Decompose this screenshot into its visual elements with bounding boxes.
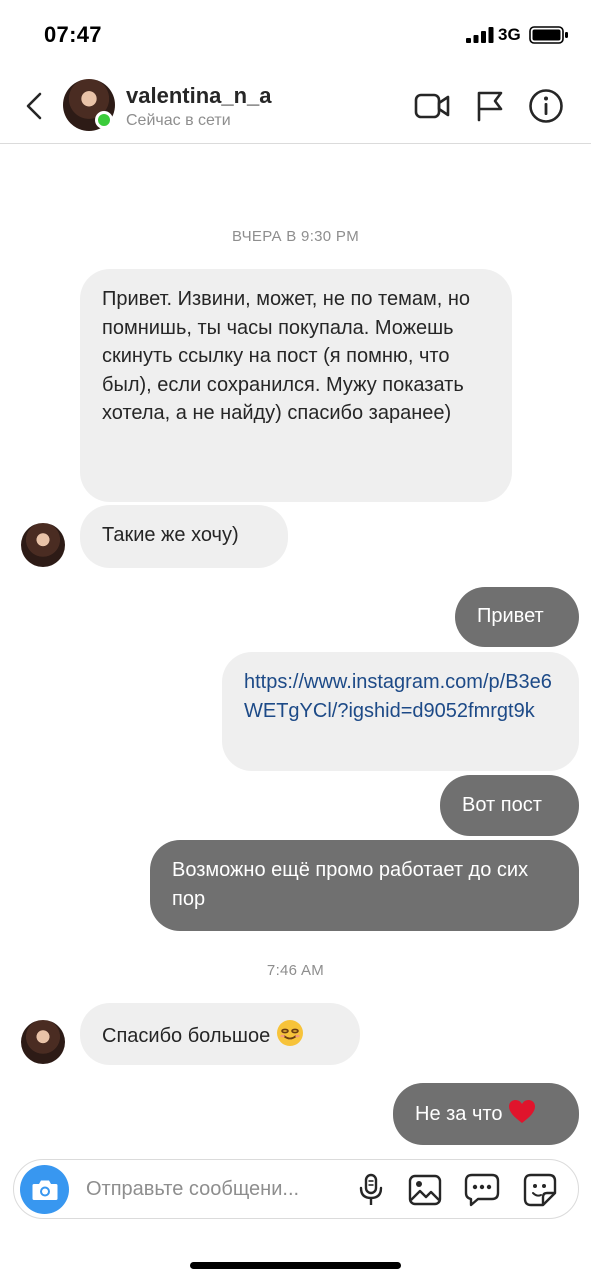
chat-header: valentina_n_a Сейчас в сети — [0, 70, 591, 144]
message-input[interactable] — [86, 1172, 348, 1206]
info-icon — [529, 89, 563, 123]
status-bar: 07:47 3G — [0, 0, 591, 70]
camera-icon — [32, 1180, 57, 1200]
outgoing-message[interactable]: Привет — [455, 587, 579, 647]
report-button[interactable] — [470, 86, 510, 126]
voice-message-button[interactable] — [351, 1170, 391, 1210]
status-time: 07:47 — [44, 22, 102, 47]
outgoing-message[interactable]: Вот пост — [440, 775, 579, 836]
signal-strength-icon — [466, 27, 494, 43]
incoming-message[interactable]: Привет. Извини, может, не по темам, но п… — [80, 269, 512, 502]
outgoing-message[interactable]: Возможно ещё промо работает до сих пор — [150, 840, 579, 931]
sticker-button[interactable] — [520, 1170, 560, 1210]
message-timestamp: 7:46 AM — [266, 962, 325, 979]
message-timestamp: ВЧЕРА В 9:30 PM — [231, 228, 360, 245]
message-text: Спасибо большое — [102, 1025, 271, 1047]
incoming-message[interactable]: Спасибо большое — [80, 1003, 360, 1065]
camera-button[interactable] — [20, 1165, 69, 1214]
video-call-button[interactable] — [412, 86, 452, 126]
info-button[interactable] — [526, 86, 566, 126]
outgoing-link-message[interactable]: https://www.instagram.com/p/B3e6WETgYCl/… — [222, 652, 579, 771]
sender-avatar[interactable] — [21, 523, 65, 567]
message-options-button[interactable] — [462, 1170, 502, 1210]
sticker-icon — [523, 1173, 557, 1207]
smiling-face-emoji-icon — [276, 1020, 303, 1046]
online-status-dot — [95, 111, 113, 129]
contact-presence: Сейчас в сети — [126, 112, 231, 129]
sender-avatar[interactable] — [21, 1020, 65, 1064]
outgoing-message[interactable]: Не за что — [393, 1083, 579, 1145]
message-composer — [13, 1159, 579, 1219]
battery-icon — [529, 26, 568, 44]
microphone-icon — [359, 1173, 383, 1205]
flag-icon — [477, 91, 503, 122]
back-button[interactable] — [16, 86, 52, 126]
chat-bubble-icon — [464, 1173, 500, 1207]
contact-username[interactable]: valentina_n_a — [126, 83, 272, 109]
red-heart-emoji-icon — [509, 1100, 536, 1123]
back-chevron-icon — [26, 92, 42, 120]
message-text: Не за что — [415, 1103, 503, 1125]
video-call-icon — [414, 93, 450, 119]
home-indicator[interactable] — [190, 1262, 401, 1269]
gallery-button[interactable] — [405, 1170, 445, 1210]
gallery-icon — [408, 1174, 442, 1206]
network-type: 3G — [498, 25, 521, 44]
incoming-message[interactable]: Такие же хочу) — [80, 505, 288, 568]
